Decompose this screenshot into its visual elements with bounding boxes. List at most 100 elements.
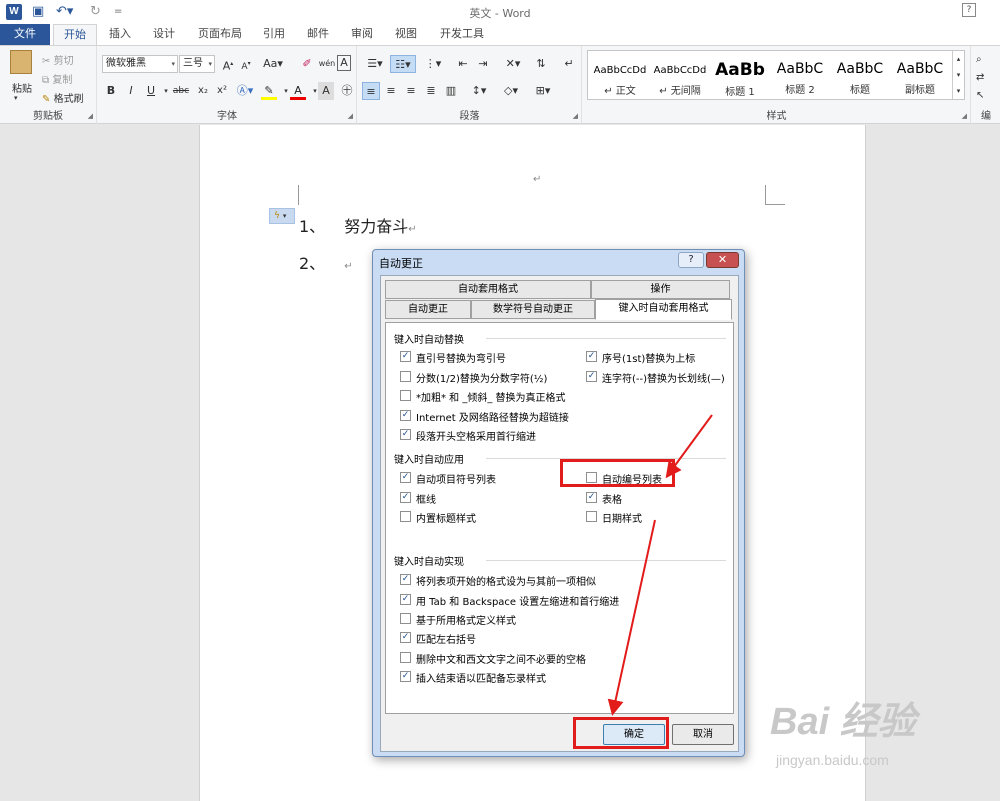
tab-math-autocorrect[interactable]: 数学符号自动更正: [471, 300, 595, 319]
list-item-1[interactable]: 1、 努力奋斗↵: [299, 213, 417, 237]
checkbox-checked[interactable]: ✓: [400, 594, 411, 605]
tab-insert[interactable]: 插入: [100, 24, 140, 45]
checkbox-checked[interactable]: ✓: [400, 351, 411, 362]
superscript-icon[interactable]: x²: [213, 82, 231, 100]
checkbox-checked[interactable]: ✓: [400, 671, 411, 682]
tab-view[interactable]: 视图: [386, 24, 426, 45]
font-size-combo[interactable]: 三号 ▾: [179, 55, 215, 73]
increase-indent-icon[interactable]: ⇥: [474, 55, 492, 73]
tab-references[interactable]: 引用: [254, 24, 294, 45]
styles-launcher-icon[interactable]: ◢: [962, 112, 967, 120]
font-name-combo[interactable]: 微软雅黑 ▾: [102, 55, 178, 73]
dialog-help-button[interactable]: ?: [678, 252, 704, 268]
font-group: 微软雅黑 ▾ 三号 ▾ A▴ A▾ Aa▾ ✐ wén A B I U ▾ abc …: [98, 46, 357, 124]
style-normal[interactable]: AaBbCcDd ↵ 正文: [590, 57, 650, 103]
cancel-button[interactable]: 取消: [672, 724, 734, 745]
tab-design[interactable]: 设计: [144, 24, 184, 45]
checkbox-unchecked[interactable]: [400, 511, 411, 522]
change-case-icon[interactable]: Aa▾: [261, 55, 285, 73]
strikethrough-icon[interactable]: abc: [170, 82, 192, 100]
subscript-icon[interactable]: x₂: [194, 82, 212, 100]
character-border-icon[interactable]: A: [337, 55, 351, 71]
tab-page-layout[interactable]: 页面布局: [190, 24, 250, 45]
numbering-icon[interactable]: ☷▾: [390, 55, 416, 73]
paste-dropdown-icon[interactable]: ▾: [14, 94, 18, 102]
style-heading2[interactable]: AaBbC 标题 2: [770, 57, 830, 103]
copy-button[interactable]: ⧉ 复制: [42, 71, 72, 86]
tab-autoformat[interactable]: 自动套用格式: [385, 280, 591, 299]
format-painter-button[interactable]: ✎ 格式刷: [42, 90, 84, 105]
checkbox-checked[interactable]: ✓: [586, 492, 597, 503]
tab-developer[interactable]: 开发工具: [432, 24, 492, 45]
clipboard-launcher-icon[interactable]: ◢: [88, 112, 93, 120]
section-divider: [486, 560, 726, 561]
align-left-icon[interactable]: ≡: [362, 82, 380, 100]
checkbox-unchecked[interactable]: [400, 371, 411, 382]
highlight-icon[interactable]: ✎: [261, 82, 277, 100]
checkbox-checked[interactable]: ✓: [400, 472, 411, 483]
tab-autocorrect[interactable]: 自动更正: [385, 300, 471, 319]
paste-icon[interactable]: [10, 50, 32, 74]
list-item-2[interactable]: 2、 ↵: [299, 250, 353, 274]
checkbox-checked[interactable]: ✓: [400, 574, 411, 585]
phonetic-guide-icon[interactable]: wén: [318, 55, 336, 73]
list-item-1-para-mark: ↵: [408, 224, 417, 235]
styles-scroll[interactable]: ▴ ▾ ▾: [952, 51, 964, 99]
checkbox-checked[interactable]: ✓: [400, 492, 411, 503]
distributed-icon[interactable]: ▥: [442, 82, 460, 100]
sort-icon[interactable]: ⇅: [532, 55, 550, 73]
checkbox-checked[interactable]: ✓: [400, 429, 411, 440]
dialog-close-button[interactable]: ✕: [706, 252, 739, 268]
font-launcher-icon[interactable]: ◢: [348, 112, 353, 120]
checkbox-checked[interactable]: ✓: [400, 632, 411, 643]
justify-icon[interactable]: ≣: [422, 82, 440, 100]
chinese-layout-icon[interactable]: ✕▾: [500, 55, 526, 73]
checkbox-checked[interactable]: ✓: [586, 371, 597, 382]
tab-autoformat-as-you-type[interactable]: 键入时自动套用格式: [595, 299, 732, 320]
italic-icon[interactable]: I: [122, 82, 140, 100]
tab-review[interactable]: 审阅: [342, 24, 382, 45]
checkbox-unchecked[interactable]: [586, 511, 597, 522]
cut-button[interactable]: ✂ 剪切: [42, 52, 74, 67]
align-right-icon[interactable]: ≡: [402, 82, 420, 100]
enclose-characters-icon[interactable]: ㊉: [338, 82, 356, 100]
grow-font-icon[interactable]: A▴: [219, 55, 237, 73]
character-shading-icon[interactable]: A: [318, 82, 334, 100]
show-marks-icon[interactable]: ↵: [560, 55, 578, 73]
paste-button[interactable]: 粘贴: [12, 80, 32, 95]
clear-formatting-icon[interactable]: ✐: [298, 55, 316, 73]
style-title-name: 标题: [850, 85, 870, 96]
font-color-icon[interactable]: A: [290, 82, 306, 100]
bold-icon[interactable]: B: [102, 82, 120, 100]
checkbox-checked[interactable]: ✓: [586, 351, 597, 362]
align-center-icon[interactable]: ≡: [382, 82, 400, 100]
replace-icon[interactable]: ⇄: [976, 72, 984, 83]
checkbox-unchecked[interactable]: [400, 652, 411, 663]
tab-file[interactable]: 文件: [0, 24, 50, 45]
text-effects-icon[interactable]: Ⓐ▾: [236, 82, 254, 100]
checkbox-checked[interactable]: ✓: [400, 410, 411, 421]
tab-actions[interactable]: 操作: [591, 280, 730, 299]
multilevel-list-icon[interactable]: ⋮▾: [420, 55, 446, 73]
find-icon[interactable]: ⌕: [976, 54, 982, 65]
tab-home[interactable]: 开始: [53, 24, 97, 46]
style-no-spacing[interactable]: AaBbCcDd ↵ 无间隔: [650, 57, 710, 103]
shrink-font-icon[interactable]: A▾: [237, 55, 255, 73]
tab-mailings[interactable]: 邮件: [298, 24, 338, 45]
font-name-dropdown-icon: ▾: [171, 60, 175, 68]
style-subtitle[interactable]: AaBbC 副标题: [890, 57, 950, 103]
select-icon[interactable]: ↖: [976, 90, 984, 101]
autocorrect-options-button[interactable]: ϟ ▾: [269, 208, 295, 224]
decrease-indent-icon[interactable]: ⇤: [454, 55, 472, 73]
bullets-icon[interactable]: ☰▾: [362, 55, 388, 73]
checkbox-unchecked[interactable]: [400, 613, 411, 624]
shading-icon[interactable]: ◇▾: [498, 82, 524, 100]
list-item-1-number: 1、: [299, 217, 326, 236]
line-spacing-icon[interactable]: ↕▾: [466, 82, 492, 100]
help-icon[interactable]: ?: [962, 3, 976, 17]
borders-icon[interactable]: ⊞▾: [530, 82, 556, 100]
paragraph-launcher-icon[interactable]: ◢: [573, 112, 578, 120]
checkbox-unchecked[interactable]: [400, 390, 411, 401]
style-heading1[interactable]: AaBb 标题 1: [710, 57, 770, 103]
style-title[interactable]: AaBbC 标题: [830, 57, 890, 103]
